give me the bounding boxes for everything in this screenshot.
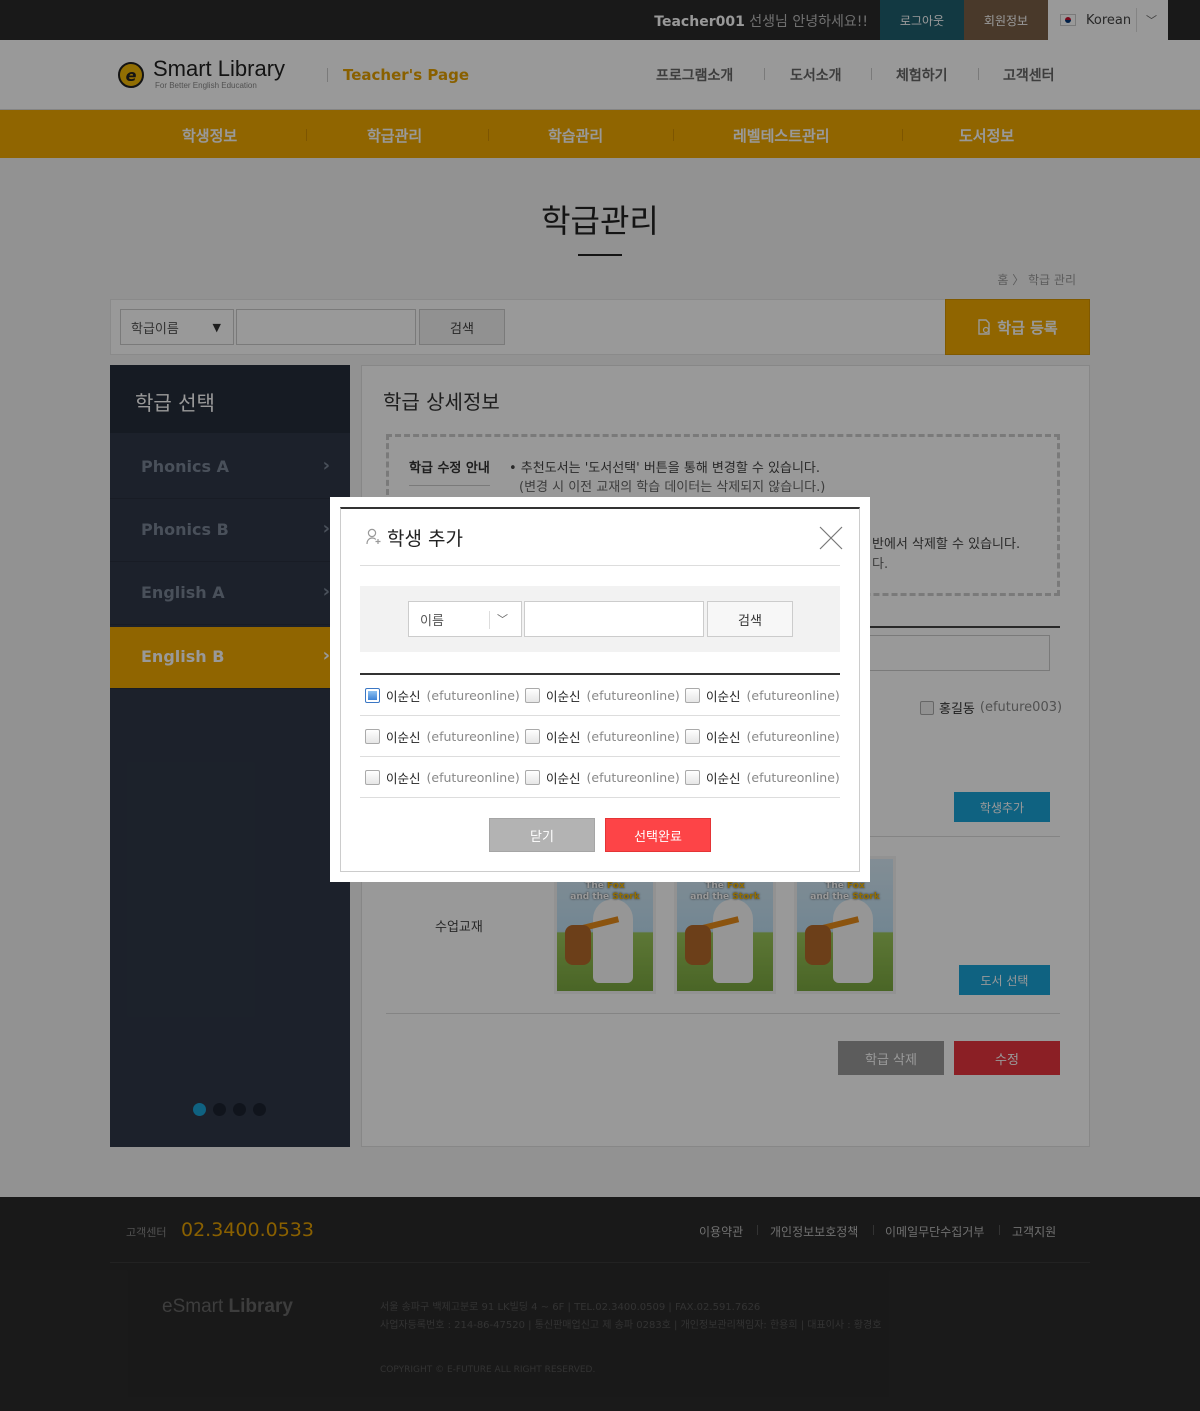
close-icon[interactable] <box>819 526 843 550</box>
student-name: 이순신 <box>546 689 581 704</box>
divider <box>360 715 840 716</box>
modal-title: 학생 추가 <box>387 528 463 550</box>
checkbox[interactable] <box>365 688 380 703</box>
modal-close-button[interactable]: 닫기 <box>489 818 595 852</box>
student-name: 이순신 <box>546 771 581 786</box>
student-id: (efutureonline) <box>746 729 840 744</box>
student-checkbox-item[interactable]: 이순신 (efutureonline) <box>365 727 520 746</box>
divider <box>360 565 840 566</box>
divider <box>360 797 840 798</box>
student-checkbox-item[interactable]: 이순신 (efutureonline) <box>525 686 680 705</box>
checkbox[interactable] <box>365 770 380 785</box>
divider <box>360 673 840 675</box>
checkbox[interactable] <box>685 770 700 785</box>
student-id: (efutureonline) <box>746 688 840 703</box>
checkbox[interactable] <box>525 688 540 703</box>
student-id: (efutureonline) <box>426 729 520 744</box>
checkbox[interactable] <box>525 770 540 785</box>
divider <box>360 756 840 757</box>
student-id: (efutureonline) <box>746 770 840 785</box>
modal-search-input[interactable] <box>524 601 704 637</box>
modal-search-button[interactable]: 검색 <box>707 601 793 637</box>
chevron-down-icon: ﹀ <box>497 613 508 626</box>
student-name: 이순신 <box>386 689 421 704</box>
student-checkbox-item[interactable]: 이순신 (efutureonline) <box>685 686 840 705</box>
student-checkbox-item[interactable]: 이순신 (efutureonline) <box>365 686 520 705</box>
student-checkbox-item[interactable]: 이순신 (efutureonline) <box>685 727 840 746</box>
student-name: 이순신 <box>706 771 741 786</box>
student-checkbox-item[interactable]: 이순신 (efutureonline) <box>525 727 680 746</box>
student-name: 이순신 <box>706 730 741 745</box>
checkbox[interactable] <box>365 729 380 744</box>
student-checkbox-item[interactable]: 이순신 (efutureonline) <box>525 768 680 787</box>
modal-search-type-select[interactable]: 이름 ﹀ <box>408 601 522 637</box>
student-id: (efutureonline) <box>426 770 520 785</box>
student-name: 이순신 <box>386 730 421 745</box>
student-checkbox-item[interactable]: 이순신 (efutureonline) <box>365 768 520 787</box>
student-id: (efutureonline) <box>586 770 680 785</box>
student-name: 이순신 <box>706 689 741 704</box>
checkbox[interactable] <box>685 688 700 703</box>
student-name: 이순신 <box>386 771 421 786</box>
student-id: (efutureonline) <box>586 729 680 744</box>
selection-complete-button[interactable]: 선택완료 <box>605 818 711 852</box>
student-id: (efutureonline) <box>426 688 520 703</box>
checkbox[interactable] <box>525 729 540 744</box>
select-value: 이름 <box>420 613 444 629</box>
student-checkbox-item[interactable]: 이순신 (efutureonline) <box>685 768 840 787</box>
student-name: 이순신 <box>546 730 581 745</box>
student-id: (efutureonline) <box>586 688 680 703</box>
add-user-icon <box>366 528 381 545</box>
checkbox[interactable] <box>685 729 700 744</box>
